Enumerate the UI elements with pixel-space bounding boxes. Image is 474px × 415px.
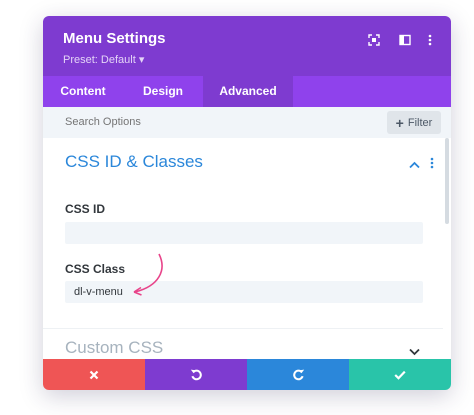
sidebar-toggle-icon[interactable] bbox=[397, 32, 413, 48]
section-title-css-id-classes[interactable]: CSS ID & Classes bbox=[65, 152, 203, 172]
filter-label: Filter bbox=[407, 116, 433, 129]
close-button[interactable] bbox=[43, 359, 145, 390]
more-options-icon[interactable] bbox=[422, 32, 438, 48]
redo-button[interactable] bbox=[247, 359, 349, 390]
redo-icon bbox=[292, 369, 304, 381]
settings-modal: Menu Settings Preset: Default ▾ Content … bbox=[43, 16, 451, 390]
settings-content: CSS ID & Classes CSS ID CSS Class Custom… bbox=[43, 138, 443, 359]
modal-title: Menu Settings bbox=[63, 30, 166, 47]
plus-icon: + bbox=[395, 114, 404, 131]
check-icon bbox=[394, 370, 406, 380]
tab-bar: Content Design Advanced bbox=[43, 76, 451, 107]
css-id-field[interactable] bbox=[65, 222, 423, 244]
preset-selector[interactable]: Preset: Default ▾ bbox=[63, 53, 144, 66]
undo-button[interactable] bbox=[145, 359, 247, 390]
css-class-field[interactable] bbox=[65, 281, 423, 303]
tab-design[interactable]: Design bbox=[123, 76, 203, 107]
pointer-arrow-icon bbox=[129, 252, 169, 303]
tab-advanced[interactable]: Advanced bbox=[203, 76, 293, 107]
section-options-icon[interactable] bbox=[430, 156, 434, 174]
modal-header: Menu Settings Preset: Default ▾ bbox=[43, 16, 451, 76]
save-button[interactable] bbox=[349, 359, 451, 390]
search-input[interactable] bbox=[65, 107, 365, 138]
scrollbar[interactable] bbox=[443, 138, 451, 359]
section-divider bbox=[43, 328, 443, 329]
chevron-up-icon[interactable] bbox=[409, 156, 420, 174]
filter-button[interactable]: + Filter bbox=[387, 111, 441, 134]
tab-content[interactable]: Content bbox=[43, 76, 123, 107]
close-icon bbox=[89, 370, 99, 379]
section-title-custom-css[interactable]: Custom CSS bbox=[65, 338, 163, 358]
search-bar: + Filter bbox=[43, 107, 451, 138]
scrollbar-thumb[interactable] bbox=[445, 138, 449, 224]
css-class-label: CSS Class bbox=[65, 262, 126, 276]
css-id-label: CSS ID bbox=[65, 202, 106, 216]
focus-icon[interactable] bbox=[366, 32, 382, 48]
action-footer bbox=[43, 359, 451, 390]
undo-icon bbox=[190, 369, 202, 381]
